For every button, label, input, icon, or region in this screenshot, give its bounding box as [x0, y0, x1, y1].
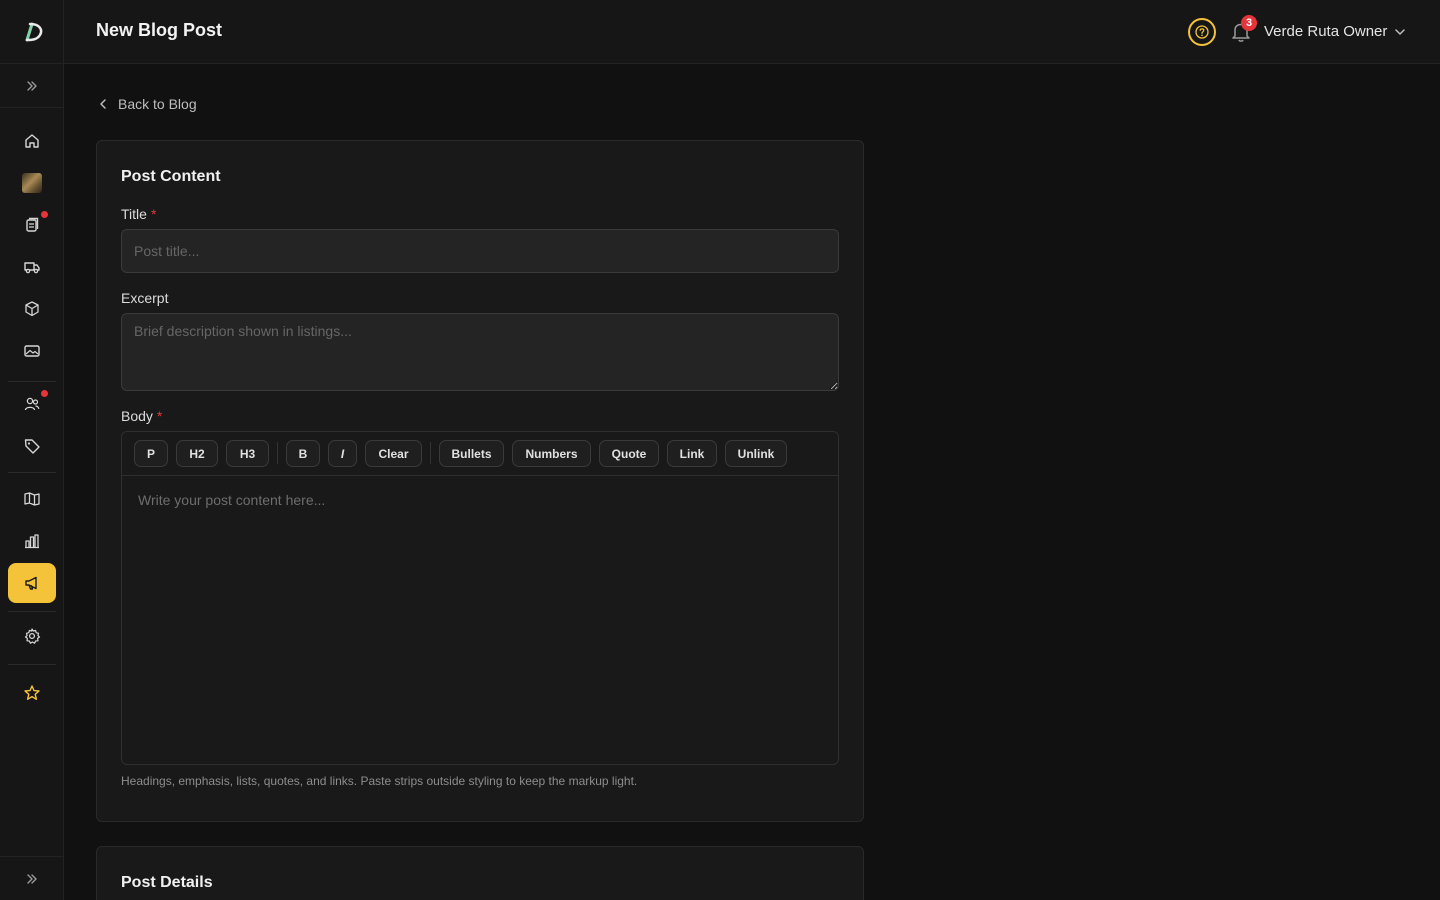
- excerpt-label: Excerpt: [121, 290, 169, 306]
- post-content-card: Post Content Title* Excerpt Body* P H2 H…: [96, 140, 864, 822]
- chevrons-right-icon: [27, 80, 37, 91]
- box-icon: [25, 301, 39, 317]
- editor-placeholder[interactable]: Write your post content here...: [138, 492, 325, 508]
- chevron-left-icon: [100, 99, 106, 109]
- sidebar-item-favorites[interactable]: [8, 673, 56, 713]
- truck-icon: [24, 262, 40, 274]
- sidebar-item-blog[interactable]: [8, 563, 56, 603]
- toolbar-divider: [430, 442, 431, 464]
- sidebar-divider: [8, 611, 56, 612]
- clear-format-button[interactable]: Clear: [365, 440, 422, 467]
- back-to-blog-link[interactable]: Back to Blog: [96, 96, 197, 112]
- chevron-down-icon[interactable]: [1393, 25, 1407, 39]
- notification-badge: 3: [1241, 15, 1257, 31]
- link-button[interactable]: Link: [667, 440, 717, 467]
- user-menu-name[interactable]: Verde Ruta Owner: [1264, 23, 1387, 40]
- required-mark: *: [150, 206, 157, 222]
- notification-dot: [41, 390, 48, 397]
- sidebar-item-home[interactable]: [8, 121, 56, 161]
- title-label-text: Title: [121, 206, 147, 222]
- users-icon: [24, 397, 40, 411]
- book-icon: [24, 492, 40, 506]
- body-label: Body *: [121, 408, 162, 424]
- bold-button[interactable]: B: [286, 440, 320, 467]
- bullets-button[interactable]: Bullets: [439, 440, 504, 467]
- image-icon: [24, 345, 40, 357]
- post-details-card: Post Details: [96, 846, 864, 900]
- chevrons-right-icon: [27, 873, 37, 884]
- top-header: New Blog Post 3 Verde Ruta Owner: [64, 0, 1440, 64]
- card-title: Post Content: [121, 168, 221, 185]
- gear-icon: [24, 628, 41, 644]
- sidebar-divider: [8, 381, 56, 382]
- sidebar-expand-button[interactable]: [0, 64, 64, 108]
- sidebar-item-settings[interactable]: [8, 616, 56, 656]
- sidebar-item-media[interactable]: [8, 331, 56, 371]
- question-mark-icon: [1195, 25, 1209, 39]
- app-logo[interactable]: [0, 0, 64, 64]
- card-title: Post Details: [121, 874, 213, 891]
- heading3-button[interactable]: H3: [226, 440, 269, 467]
- italic-button[interactable]: I: [328, 440, 357, 467]
- sidebar-item-guides[interactable]: [8, 479, 56, 519]
- sidebar-divider: [8, 472, 56, 473]
- notification-dot: [41, 211, 48, 218]
- toolbar-divider: [277, 442, 278, 464]
- store-thumbnail: [22, 173, 42, 193]
- sidebar-item-products[interactable]: [8, 289, 56, 329]
- unlink-button[interactable]: Unlink: [725, 440, 787, 467]
- clipboard-icon: [26, 217, 39, 232]
- sidebar-item-discounts[interactable]: [8, 426, 56, 466]
- star-icon: [24, 685, 40, 700]
- logo-icon: [25, 22, 43, 41]
- bar-chart-icon: [25, 534, 39, 549]
- excerpt-textarea[interactable]: [121, 313, 839, 391]
- megaphone-icon: [25, 576, 37, 590]
- sidebar-item-shipping[interactable]: [8, 247, 56, 287]
- body-editor: P H2 H3 B I Clear Bullets Numbers Quote …: [121, 431, 839, 765]
- numbers-button[interactable]: Numbers: [512, 440, 591, 467]
- required-mark: *: [156, 408, 163, 424]
- heading2-button[interactable]: H2: [176, 440, 218, 467]
- home-icon: [25, 134, 39, 148]
- sidebar-item-orders[interactable]: [8, 205, 56, 245]
- paragraph-button[interactable]: P: [134, 440, 168, 467]
- sidebar: [0, 0, 64, 900]
- tag-icon: [24, 439, 40, 454]
- title-input[interactable]: [121, 229, 839, 273]
- sidebar-item-customers[interactable]: [8, 384, 56, 424]
- back-link-label: Back to Blog: [118, 96, 197, 112]
- help-icon[interactable]: [1188, 18, 1216, 46]
- quote-button[interactable]: Quote: [599, 440, 659, 467]
- editor-toolbar: P H2 H3 B I Clear Bullets Numbers Quote …: [122, 432, 838, 476]
- sidebar-item-analytics[interactable]: [8, 521, 56, 561]
- editor-hint: Headings, emphasis, lists, quotes, and l…: [121, 774, 638, 788]
- sidebar-item-store[interactable]: [8, 163, 56, 203]
- sidebar-divider: [8, 664, 56, 665]
- page-title: New Blog Post: [96, 20, 223, 40]
- sidebar-collapse-button[interactable]: [0, 856, 64, 900]
- title-label: Title *: [121, 206, 156, 222]
- body-label-text: Body: [121, 408, 153, 424]
